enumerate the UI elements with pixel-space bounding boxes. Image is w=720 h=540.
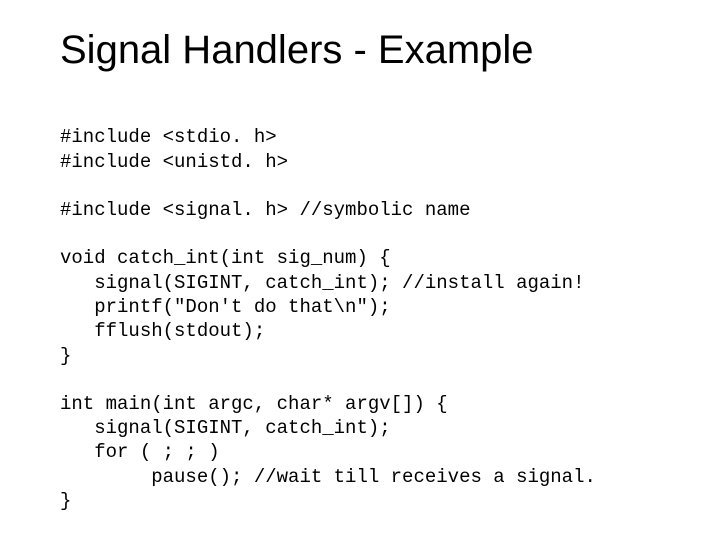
code-line: signal(SIGINT, catch_int); //install aga… <box>60 272 585 294</box>
code-line: int main(int argc, char* argv[]) { <box>60 393 448 415</box>
code-line: #include <signal. h> //symbolic name <box>60 199 470 221</box>
code-block: #include <stdio. h> #include <unistd. h>… <box>60 101 670 538</box>
code-line: pause(); //wait till receives a signal. <box>60 466 596 488</box>
blank-line <box>60 368 670 392</box>
blank-line <box>60 222 670 246</box>
code-line: #include <stdio. h> <box>60 126 277 148</box>
code-line: fflush(stdout); <box>60 320 265 342</box>
slide: Signal Handlers - Example #include <stdi… <box>0 0 720 540</box>
code-line: } <box>60 345 71 367</box>
code-line: #include <unistd. h> <box>60 151 288 173</box>
code-line: void catch_int(int sig_num) { <box>60 247 391 269</box>
code-line: printf("Don't do that\n"); <box>60 296 391 318</box>
code-line: for ( ; ; ) <box>60 441 220 463</box>
code-line: signal(SIGINT, catch_int); <box>60 417 391 439</box>
code-line: } <box>60 490 71 512</box>
page-title: Signal Handlers - Example <box>60 28 670 73</box>
blank-line <box>60 174 670 198</box>
